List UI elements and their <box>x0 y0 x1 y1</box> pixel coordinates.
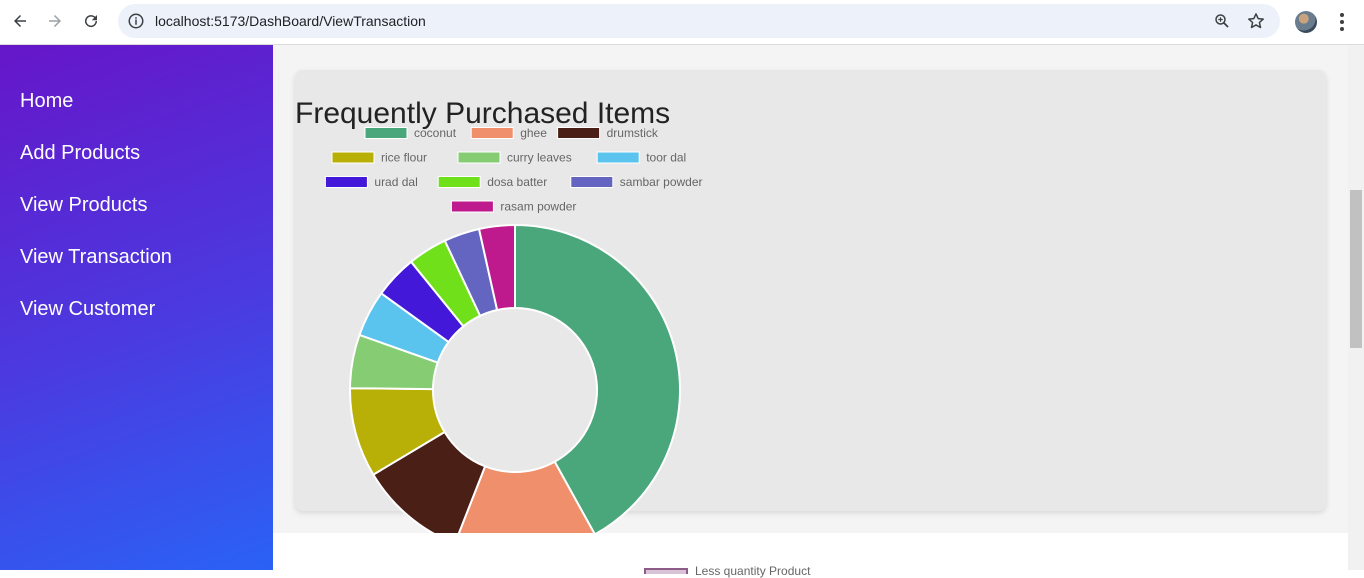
scrollbar-thumb[interactable] <box>1350 190 1362 348</box>
sidebar-item-home[interactable]: Home <box>0 90 273 142</box>
legend-item[interactable]: rasam powder <box>450 200 576 214</box>
legend-swatch <box>331 151 375 164</box>
star-icon[interactable] <box>1246 11 1266 31</box>
legend-label: sambar powder <box>620 175 703 189</box>
back-icon[interactable] <box>7 8 33 34</box>
legend-swatch <box>457 151 501 164</box>
sidebar-item-view-customer[interactable]: View Customer <box>0 298 273 350</box>
legend-item[interactable]: coconut <box>364 126 457 140</box>
browser-toolbar: localhost:5173/DashBoard/ViewTransaction <box>0 0 1364 45</box>
legend-label: dosa batter <box>487 175 547 189</box>
legend-swatch <box>364 127 408 139</box>
menu-icon[interactable] <box>1332 10 1352 34</box>
legend-item[interactable]: curry leaves <box>457 151 572 165</box>
legend-swatch <box>557 127 601 139</box>
legend-swatch <box>450 200 494 213</box>
legend-item[interactable]: ghee <box>470 126 547 140</box>
sidebar: Home Add Products View Products View Tra… <box>0 45 273 570</box>
legend-swatch <box>437 176 481 188</box>
sidebar-item-view-products[interactable]: View Products <box>0 194 273 246</box>
lower-chart-panel: Less quantity Product <box>273 533 1348 578</box>
forward-icon[interactable] <box>42 8 68 34</box>
sidebar-item-add-products[interactable]: Add Products <box>0 142 273 194</box>
legend-item[interactable]: drumstick <box>557 126 659 140</box>
zoom-icon[interactable] <box>1213 12 1231 30</box>
legend-item[interactable]: urad dal <box>324 175 418 189</box>
doughnut-chart: coconut ghee drumstick rice flour curry leav… <box>324 126 703 556</box>
legend-label: drumstick <box>607 126 659 140</box>
legend-item[interactable]: toor dal <box>596 151 686 165</box>
legend-swatch <box>570 176 614 188</box>
legend-label: rice flour <box>381 151 427 165</box>
main-content: Frequently Purchased Items coconut ghee dr… <box>273 45 1348 578</box>
lower-legend-label: Less quantity Product <box>695 564 811 578</box>
legend-label: rasam powder <box>500 200 576 214</box>
legend-label: curry leaves <box>507 151 572 165</box>
lower-legend-swatch <box>644 568 688 574</box>
sidebar-item-view-transaction[interactable]: View Transaction <box>0 246 273 298</box>
profile-avatar[interactable] <box>1295 11 1317 33</box>
legend-swatch <box>324 176 368 188</box>
legend-item[interactable]: sambar powder <box>570 175 703 189</box>
legend-label: urad dal <box>374 175 417 189</box>
legend-item[interactable]: rice flour <box>331 151 427 165</box>
legend-label: toor dal <box>646 151 686 165</box>
legend-item[interactable]: dosa batter <box>437 175 547 189</box>
reload-icon[interactable] <box>78 8 104 34</box>
legend-swatch <box>470 127 514 139</box>
legend-swatch <box>596 151 640 164</box>
address-bar[interactable]: localhost:5173/DashBoard/ViewTransaction <box>118 4 1280 38</box>
legend-label: coconut <box>414 126 457 140</box>
url-text[interactable]: localhost:5173/DashBoard/ViewTransaction <box>155 13 426 29</box>
legend-label: ghee <box>520 126 547 140</box>
scrollbar[interactable] <box>1348 45 1364 570</box>
info-icon[interactable] <box>127 12 145 30</box>
